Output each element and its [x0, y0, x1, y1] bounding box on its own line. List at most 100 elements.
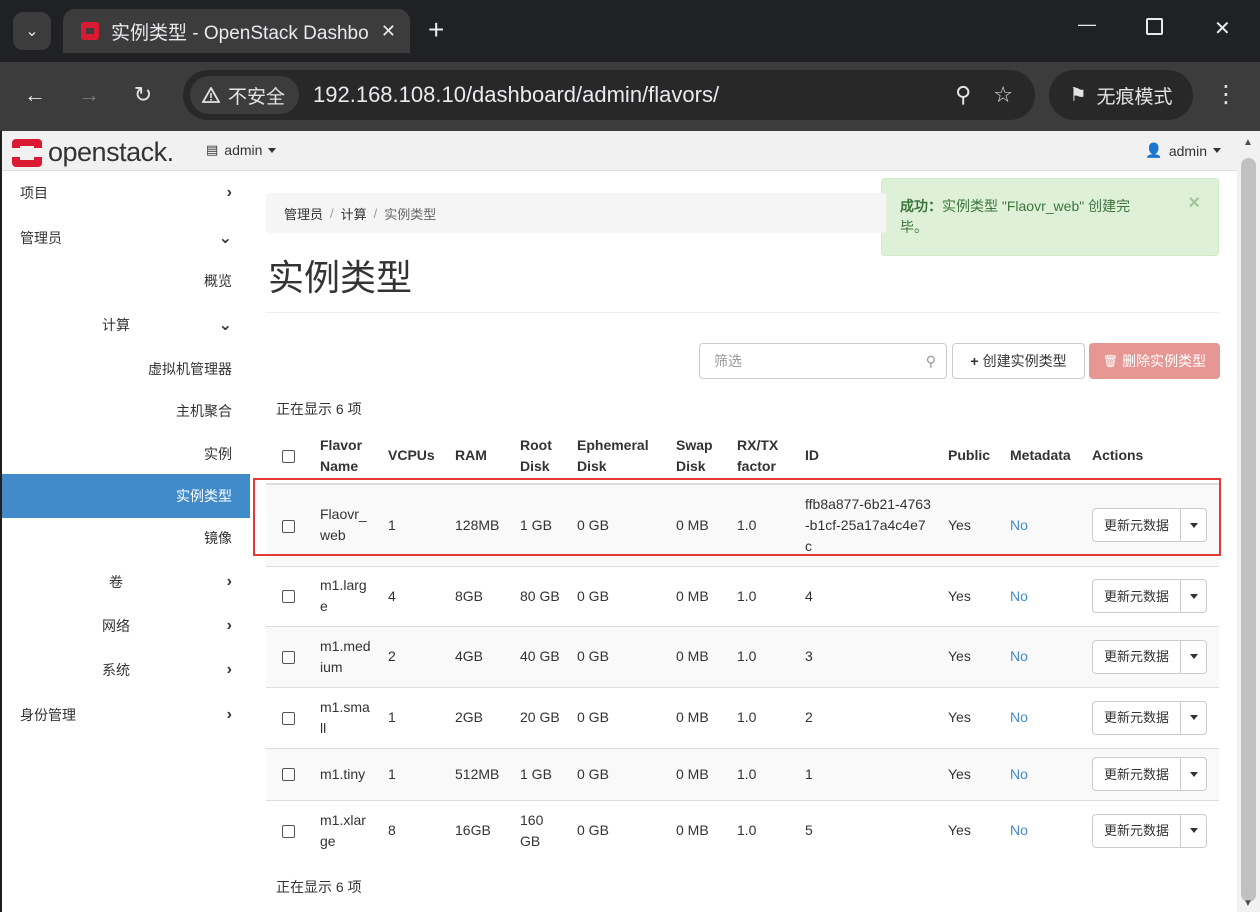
user-dropdown[interactable]: 👤 admin: [1145, 142, 1221, 159]
chevron-right-icon: ›: [226, 661, 232, 678]
select-all-checkbox[interactable]: [282, 449, 295, 463]
sidebar-item-instances[interactable]: 实例: [2, 432, 250, 476]
col-vcpus[interactable]: VCPUs: [380, 428, 447, 485]
ram-cell: 4GB: [447, 625, 512, 687]
root-disk-cell: 160 GB: [512, 799, 569, 861]
col-ephemeral-disk[interactable]: Ephemeral Disk: [569, 428, 668, 485]
breadcrumb: 管理员 / 计算 / 实例类型: [266, 193, 886, 233]
metadata-cell[interactable]: No: [1002, 625, 1084, 687]
row-actions-dropdown[interactable]: [1180, 700, 1208, 735]
search-icon[interactable]: ⚲: [926, 353, 936, 370]
col-swap-disk[interactable]: Swap Disk: [668, 428, 729, 485]
id-cell: ffb8a877-6b21-4763-b1cf-25a17a4c4e7c: [797, 483, 940, 566]
col-id[interactable]: ID: [797, 428, 940, 485]
row-actions-dropdown[interactable]: [1180, 757, 1208, 791]
col-rxtx-factor[interactable]: RX/TX factor: [729, 428, 797, 485]
col-public[interactable]: Public: [940, 428, 1002, 485]
flavors-table: Flavor Name VCPUs RAM Root Disk Ephemera…: [266, 428, 1219, 861]
filter-input[interactable]: 筛选 ⚲: [699, 343, 947, 379]
browser-tab[interactable]: 实例类型 - OpenStack Dashboard ✕: [63, 9, 410, 53]
col-root-disk[interactable]: Root Disk: [512, 428, 569, 485]
metadata-cell[interactable]: No: [1002, 565, 1084, 626]
scrollbar-thumb[interactable]: [1241, 158, 1256, 902]
window-close-icon[interactable]: ✕: [1214, 16, 1231, 41]
metadata-cell[interactable]: No: [1002, 483, 1084, 566]
sidebar-item-overview[interactable]: 概览: [2, 259, 250, 303]
row-checkbox[interactable]: [282, 825, 295, 839]
chevron-down-icon: ⌄: [218, 317, 232, 334]
bookmark-star-icon[interactable]: ☆: [993, 82, 1013, 108]
sidebar-item-project[interactable]: 项目 ›: [2, 171, 250, 215]
close-icon[interactable]: ✕: [381, 21, 396, 42]
reload-icon[interactable]: ↻: [130, 82, 156, 108]
delete-flavors-button[interactable]: 🗑 删除实例类型: [1089, 343, 1220, 379]
sidebar-item-network[interactable]: 网络 ›: [2, 604, 250, 648]
row-actions-dropdown[interactable]: [1180, 579, 1208, 613]
filter-placeholder: 筛选: [714, 353, 742, 369]
table-header-row: Flavor Name VCPUs RAM Root Disk Ephemera…: [266, 428, 1219, 485]
update-metadata-button[interactable]: 更新元数据: [1092, 579, 1181, 613]
tab-search-button[interactable]: ⌄: [13, 12, 51, 50]
row-checkbox[interactable]: [282, 768, 295, 782]
forward-arrow-icon[interactable]: →: [76, 82, 102, 108]
sidebar-item-label: 项目: [20, 185, 48, 201]
row-checkbox[interactable]: [282, 519, 295, 533]
swap-disk-cell: 0 MB: [668, 483, 729, 566]
sidebar-item-volumes[interactable]: 卷 ›: [2, 560, 250, 604]
update-metadata-button[interactable]: 更新元数据: [1092, 639, 1181, 674]
alert-close-icon[interactable]: ×: [1188, 193, 1200, 214]
url-text[interactable]: 192.168.108.10/dashboard/admin/flavors/: [313, 82, 955, 108]
metadata-cell[interactable]: No: [1002, 799, 1084, 861]
col-actions: Actions: [1084, 428, 1219, 485]
sidebar-item-hypervisors[interactable]: 虚拟机管理器: [2, 347, 250, 391]
row-actions-dropdown[interactable]: [1180, 508, 1208, 543]
row-checkbox[interactable]: [282, 590, 295, 604]
col-metadata[interactable]: Metadata: [1002, 428, 1084, 485]
sidebar-item-images[interactable]: 镜像: [2, 516, 250, 560]
new-tab-button[interactable]: +: [428, 16, 444, 44]
maximize-icon[interactable]: [1146, 18, 1163, 35]
caret-down-icon: [1213, 148, 1221, 153]
project-dropdown[interactable]: ▤ admin: [206, 142, 277, 158]
openstack-logo[interactable]: openstack.: [12, 137, 174, 168]
address-bar[interactable]: 不安全 192.168.108.10/dashboard/admin/flavo…: [183, 70, 1035, 120]
row-select-cell: [266, 625, 312, 687]
row-checkbox[interactable]: [282, 650, 295, 664]
col-ram[interactable]: RAM: [447, 428, 512, 485]
sidebar-item-compute[interactable]: 计算 ⌄: [2, 303, 250, 347]
incognito-icon: ⚑: [1069, 84, 1087, 106]
row-action-group: 更新元数据: [1092, 579, 1211, 613]
update-metadata-button[interactable]: 更新元数据: [1092, 757, 1181, 791]
id-cell: 2: [797, 686, 940, 748]
sidebar-item-aggregates[interactable]: 主机聚合: [2, 389, 250, 433]
row-actions-dropdown[interactable]: [1180, 813, 1208, 848]
metadata-cell[interactable]: No: [1002, 686, 1084, 748]
update-metadata-button[interactable]: 更新元数据: [1092, 508, 1181, 543]
row-actions-dropdown[interactable]: [1180, 639, 1208, 674]
incognito-indicator[interactable]: ⚑ 无痕模式: [1049, 70, 1193, 120]
breadcrumb-admin[interactable]: 管理员: [284, 204, 323, 223]
update-metadata-button[interactable]: 更新元数据: [1092, 813, 1181, 848]
sidebar-item-identity[interactable]: 身份管理 ›: [2, 693, 250, 737]
row-checkbox[interactable]: [282, 711, 295, 725]
metadata-cell[interactable]: No: [1002, 747, 1084, 800]
breadcrumb-compute[interactable]: 计算: [341, 204, 367, 223]
security-chip[interactable]: 不安全: [190, 76, 300, 114]
browser-menu-icon[interactable]: ⋮: [1214, 80, 1238, 110]
scroll-down-icon[interactable]: ▼: [1243, 898, 1253, 909]
sidebar-item-admin[interactable]: 管理员 ⌄: [2, 216, 250, 260]
back-arrow-icon[interactable]: ←: [22, 82, 48, 108]
sidebar-item-system[interactable]: 系统 ›: [2, 648, 250, 692]
zoom-icon[interactable]: ⚲: [955, 82, 971, 108]
sidebar-item-label: 管理员: [20, 230, 62, 246]
ephemeral-disk-cell: 0 GB: [569, 483, 668, 566]
caret-down-icon: [1189, 593, 1198, 599]
swap-disk-cell: 0 MB: [668, 799, 729, 861]
caret-down-icon: [1189, 522, 1198, 528]
col-flavor-name[interactable]: Flavor Name: [312, 428, 380, 485]
update-metadata-button[interactable]: 更新元数据: [1092, 700, 1181, 735]
sidebar-item-flavors[interactable]: 实例类型: [2, 474, 250, 518]
create-flavor-button[interactable]: + 创建实例类型: [952, 343, 1085, 379]
scroll-up-icon[interactable]: ▲: [1243, 137, 1253, 148]
minimize-icon[interactable]: —: [1078, 14, 1096, 35]
